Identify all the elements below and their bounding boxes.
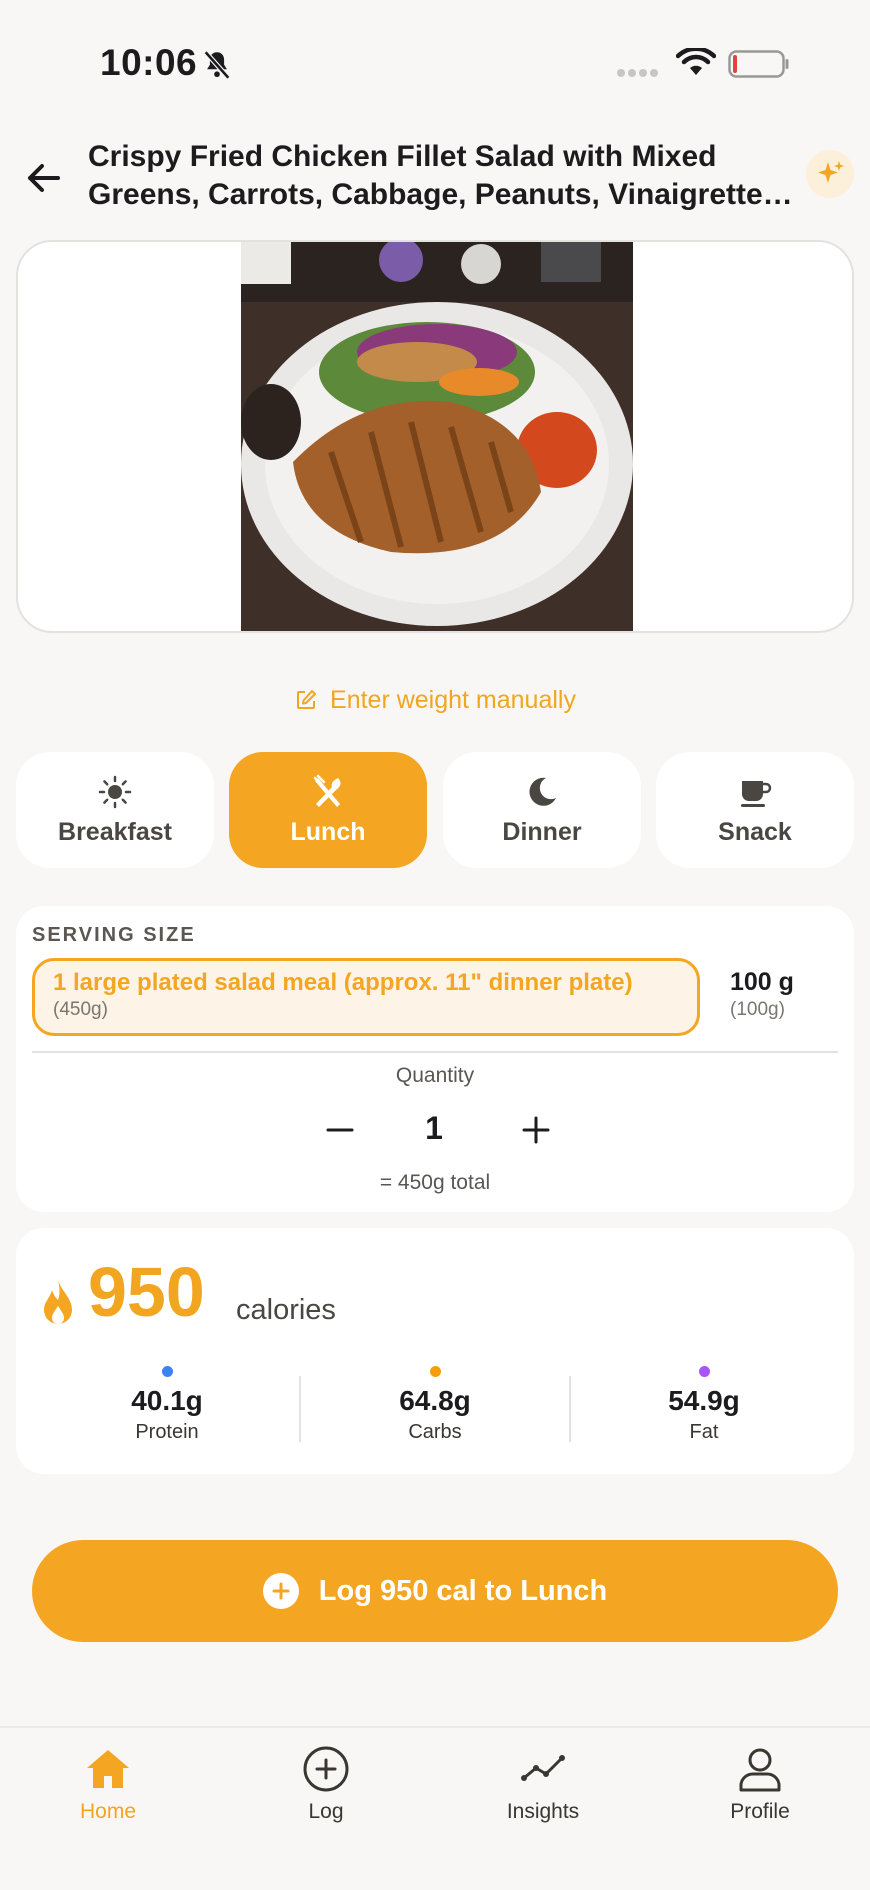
moon-icon [529,777,556,806]
enter-weight-label: Enter weight manually [330,685,576,714]
macro-value: 40.1g [131,1385,203,1416]
nav-log[interactable]: Log [236,1744,416,1824]
tab-snack[interactable]: Snack [656,752,854,868]
fork-knife-icon [313,774,341,807]
serving-option-grams: (100g) [730,999,785,1020]
quantity-increment-button[interactable] [512,1106,560,1154]
ai-sparkle-button[interactable] [806,150,854,198]
macro-name: Fat [689,1421,719,1443]
macro-value: 64.8g [399,1385,471,1416]
wifi-icon [676,48,716,75]
macro-name: Carbs [408,1421,462,1443]
macro-carbs: 64.8g Carbs [300,1366,570,1444]
tab-snack-label: Snack [718,817,792,846]
food-photo [241,242,633,631]
serving-size-heading: SERVING SIZE [32,924,196,946]
flame-icon [44,1280,72,1324]
sparkle-icon [818,161,844,183]
trend-icon [521,1755,565,1781]
plus-circle-icon [262,1573,299,1609]
cup-icon [741,780,772,807]
serving-option-label: 1 large plated salad meal (approx. 11" d… [53,969,633,996]
quantity-decrement-button[interactable] [316,1106,364,1154]
edit-icon [297,690,317,709]
status-time: 10:06 [100,42,198,83]
plus-icon [522,1116,550,1144]
tab-breakfast[interactable]: Breakfast [16,752,214,868]
protein-dot [161,1366,173,1377]
log-meal-label: Log 950 cal to Lunch [318,1574,608,1607]
macro-protein: 40.1g Protein [32,1366,302,1444]
nutrition-card: 950 calories 40.1g Protein 64.8g Carbs 5… [16,1228,854,1474]
log-meal-button[interactable]: Log 950 cal to Lunch [32,1540,838,1642]
enter-weight-link[interactable]: Enter weight manually [0,680,870,720]
home-icon [87,1750,129,1788]
carbs-dot [429,1366,441,1377]
nav-home-label: Home [79,1800,137,1823]
sun-icon [98,775,132,808]
back-arrow-icon[interactable] [20,154,68,202]
serving-option-grams: (450g) [53,999,108,1020]
quantity-value: 1 [425,1110,443,1146]
tab-breakfast-label: Breakfast [58,817,172,846]
minus-icon [326,1128,354,1132]
page-title: Crispy Fried Chicken Fillet Salad with M… [88,140,763,211]
quantity-total: = 450g total [379,1171,491,1194]
divider [32,1051,838,1053]
nav-insights-label: Insights [506,1800,580,1823]
serving-option-label: 100 g [730,968,794,996]
nav-profile-label: Profile [730,1800,790,1823]
tab-lunch-label: Lunch [290,817,366,846]
tab-dinner-label: Dinner [502,817,582,846]
battery-icon [728,50,789,78]
macro-name: Protein [135,1421,199,1443]
serving-option-100g[interactable]: 100 g (100g) [730,968,794,1021]
macro-fat: 54.9g Fat [569,1366,839,1444]
fat-dot [698,1366,710,1377]
signal-dots-icon [617,69,658,77]
calories-unit: calories [236,1294,336,1326]
serving-option-selected[interactable]: 1 large plated salad meal (approx. 11" d… [32,958,700,1036]
serving-size-card: SERVING SIZE 1 large plated salad meal (… [16,906,854,1212]
plus-circle-icon [303,1746,349,1792]
tab-lunch[interactable]: Lunch [229,752,427,868]
nav-home[interactable]: Home [18,1744,198,1824]
calories-value: 950 [88,1253,205,1331]
tab-dinner[interactable]: Dinner [443,752,641,868]
bottom-nav: Home Log Insights Profile [0,1726,870,1890]
person-icon [739,1748,781,1792]
nav-profile[interactable]: Profile [670,1744,850,1824]
macro-value: 54.9g [668,1385,740,1416]
food-image-card [16,240,854,633]
nav-log-label: Log [308,1800,344,1823]
bell-muted-icon [203,50,231,80]
quantity-label: Quantity [395,1064,475,1087]
nav-insights[interactable]: Insights [453,1744,633,1824]
